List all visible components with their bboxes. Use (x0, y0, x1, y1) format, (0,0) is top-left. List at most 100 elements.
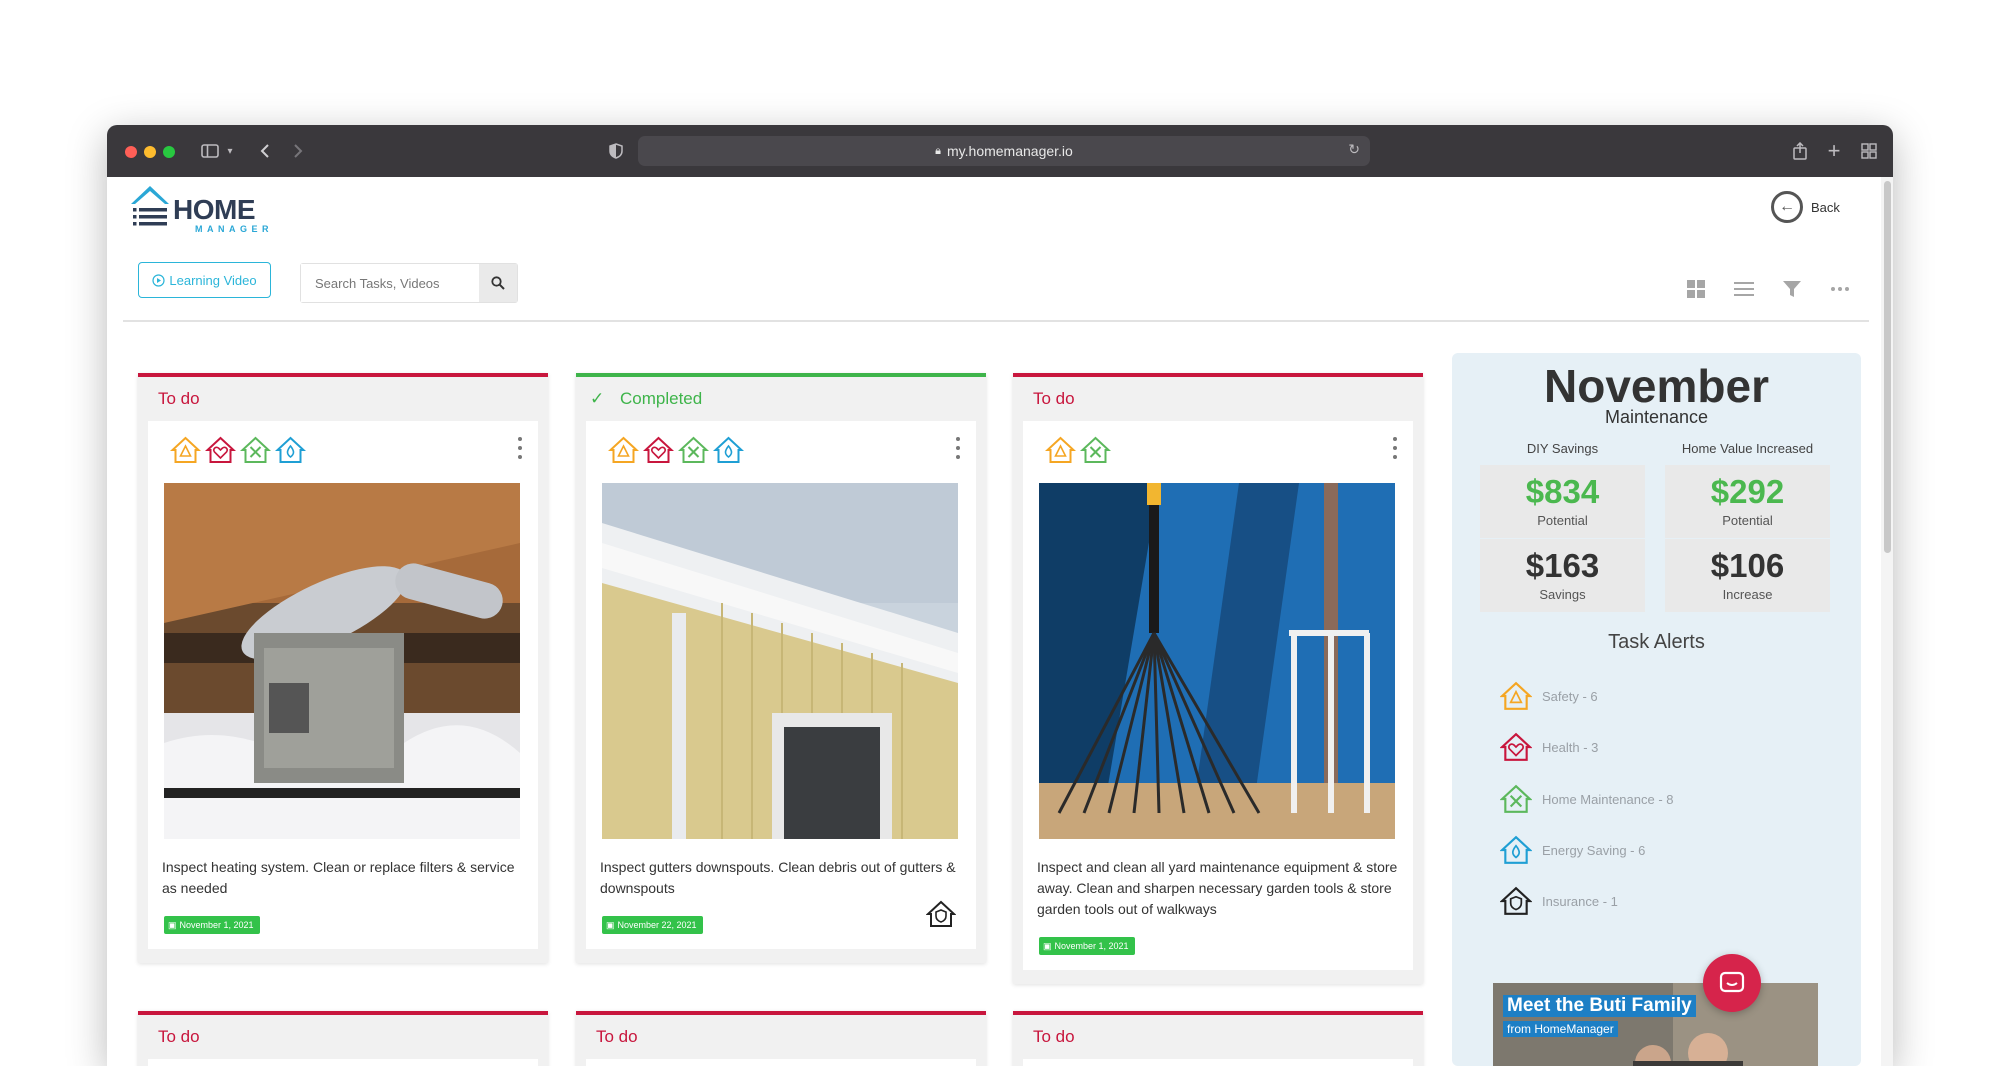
task-photo (164, 483, 520, 839)
task-card-body (1023, 1059, 1413, 1066)
task-card-body: Inspect gutters downspouts. Clean debris… (586, 421, 976, 949)
home-potential-value: $292 (1710, 473, 1785, 510)
task-description: Inspect and clean all yard maintenance e… (1037, 859, 1398, 917)
privacy-shield-icon[interactable] (607, 137, 625, 165)
address-bar[interactable]: 🔒︎ my.homemanager.io ↻ (638, 136, 1370, 166)
maximize-window-button[interactable] (163, 146, 175, 158)
task-card[interactable]: To do (576, 1011, 986, 1066)
home-maintenance-icon (240, 436, 271, 463)
energy-saving-icon (1500, 835, 1532, 864)
back-label: Back (1811, 199, 1840, 215)
monthly-summary-panel: November Maintenance DIY Savings Home Va… (1452, 353, 1861, 1066)
task-card[interactable]: To do (1013, 373, 1423, 984)
alert-energy-saving[interactable]: Energy Saving - 6 (1500, 834, 1645, 866)
task-date-badge: ▣ November 22, 2021 (602, 916, 703, 934)
task-card[interactable]: To do (1013, 1011, 1423, 1066)
health-icon (643, 436, 674, 463)
header-divider (123, 320, 1869, 322)
forward-arrow-icon[interactable] (288, 137, 308, 165)
diy-savings-label: DIY Savings (1526, 441, 1599, 456)
reload-icon[interactable]: ↻ (1348, 141, 1360, 158)
alert-home-maintenance[interactable]: Home Maintenance - 8 (1500, 783, 1674, 815)
task-date: November 1, 2021 (1054, 941, 1129, 951)
card-menu-icon[interactable] (1391, 437, 1399, 459)
logo-subtext: MANAGER (195, 224, 273, 234)
task-status: To do (158, 1027, 200, 1046)
chat-icon (1719, 971, 1745, 993)
alert-label: Energy Saving - 6 (1542, 842, 1646, 858)
page-content: HOME MANAGER ← Back Learning Video Searc… (107, 177, 1893, 1066)
close-window-button[interactable] (125, 146, 137, 158)
alert-safety[interactable]: Safety - 6 (1500, 680, 1598, 712)
search-icon (491, 276, 505, 290)
grid-view-icon[interactable] (1684, 277, 1708, 301)
category-icons (170, 435, 306, 465)
safety-icon (608, 436, 639, 463)
task-status: To do (596, 1027, 638, 1046)
alert-insurance[interactable]: Insurance - 1 (1500, 885, 1618, 917)
alert-label: Home Maintenance - 8 (1542, 791, 1674, 807)
task-card-body: Inspect heating system. Clean or replace… (148, 421, 538, 949)
promo-video[interactable]: Meet the Buti Family from HomeManager (1493, 983, 1818, 1066)
list-view-icon[interactable] (1732, 277, 1756, 301)
home-increase-stat: $106 Increase (1665, 539, 1830, 612)
sidebar-toggle-icon[interactable] (199, 137, 221, 165)
new-tab-icon[interactable]: + (1824, 137, 1844, 165)
task-status: To do (1033, 1027, 1075, 1046)
search-input[interactable] (301, 264, 479, 302)
minimize-window-button[interactable] (144, 146, 156, 158)
home-potential-label: Potential (1722, 513, 1773, 528)
home-maintenance-icon (1500, 784, 1532, 813)
task-photo (1039, 483, 1395, 839)
task-card[interactable]: To do (138, 1011, 548, 1066)
insurance-icon (1500, 886, 1532, 915)
home-manager-logo[interactable]: HOME MANAGER (129, 184, 269, 234)
diy-savings-value: $163 (1525, 547, 1600, 584)
task-card[interactable]: ✓ Completed Inspect gutters downspouts. … (576, 373, 986, 963)
card-menu-icon[interactable] (516, 437, 524, 459)
scrollbar-thumb[interactable] (1884, 181, 1891, 553)
home-value-label: Home Value Increased (1681, 441, 1814, 456)
search-box (300, 263, 518, 303)
more-options-icon[interactable] (1828, 277, 1852, 301)
chevron-down-icon[interactable]: ▾ (224, 137, 236, 165)
home-increase-sub: Increase (1722, 587, 1773, 602)
energy-saving-icon (275, 436, 306, 463)
task-description: Inspect heating system. Clean or replace… (162, 859, 515, 896)
task-status: To do (1033, 389, 1075, 408)
play-circle-icon (152, 273, 165, 287)
logo-house-icon (131, 186, 169, 226)
home-increase-value: $106 (1710, 547, 1785, 584)
browser-window: ▾ 🔒︎ my.homemanager.io ↻ + HOME MANAGER … (107, 125, 1893, 1066)
task-card-body: Inspect and clean all yard maintenance e… (1023, 421, 1413, 970)
diy-potential-label: Potential (1537, 513, 1588, 528)
alert-label: Safety - 6 (1542, 688, 1598, 704)
safety-icon (170, 436, 201, 463)
back-arrow-icon: ← (1771, 191, 1803, 223)
calendar-icon: ▣ (1043, 940, 1052, 951)
check-icon: ✓ (590, 389, 605, 408)
learning-video-button[interactable]: Learning Video (138, 262, 271, 298)
chat-launcher-button[interactable] (1703, 954, 1761, 1012)
task-status: To do (158, 389, 200, 408)
tab-overview-icon[interactable] (1859, 137, 1879, 165)
task-card[interactable]: To do (138, 373, 548, 963)
card-menu-icon[interactable] (954, 437, 962, 459)
health-icon (1500, 732, 1532, 761)
maintenance-subtitle: Maintenance (1604, 407, 1709, 427)
share-icon[interactable] (1790, 137, 1810, 165)
filter-icon[interactable] (1780, 277, 1804, 301)
back-arrow-icon[interactable] (255, 137, 275, 165)
diy-savings-stat: $163 Savings (1480, 539, 1645, 612)
diy-savings-sub: Savings (1539, 587, 1586, 602)
home-potential-stat: $292 Potential (1665, 465, 1830, 538)
alert-health[interactable]: Health - 3 (1500, 731, 1598, 763)
calendar-icon: ▣ (168, 919, 177, 930)
search-button[interactable] (479, 264, 517, 302)
scrollbar-track[interactable] (1881, 177, 1893, 1066)
back-button[interactable]: ← Back (1771, 191, 1840, 223)
task-status: Completed (620, 389, 703, 408)
home-maintenance-icon (678, 436, 709, 463)
alert-label: Health - 3 (1542, 739, 1599, 755)
energy-saving-icon (713, 436, 744, 463)
